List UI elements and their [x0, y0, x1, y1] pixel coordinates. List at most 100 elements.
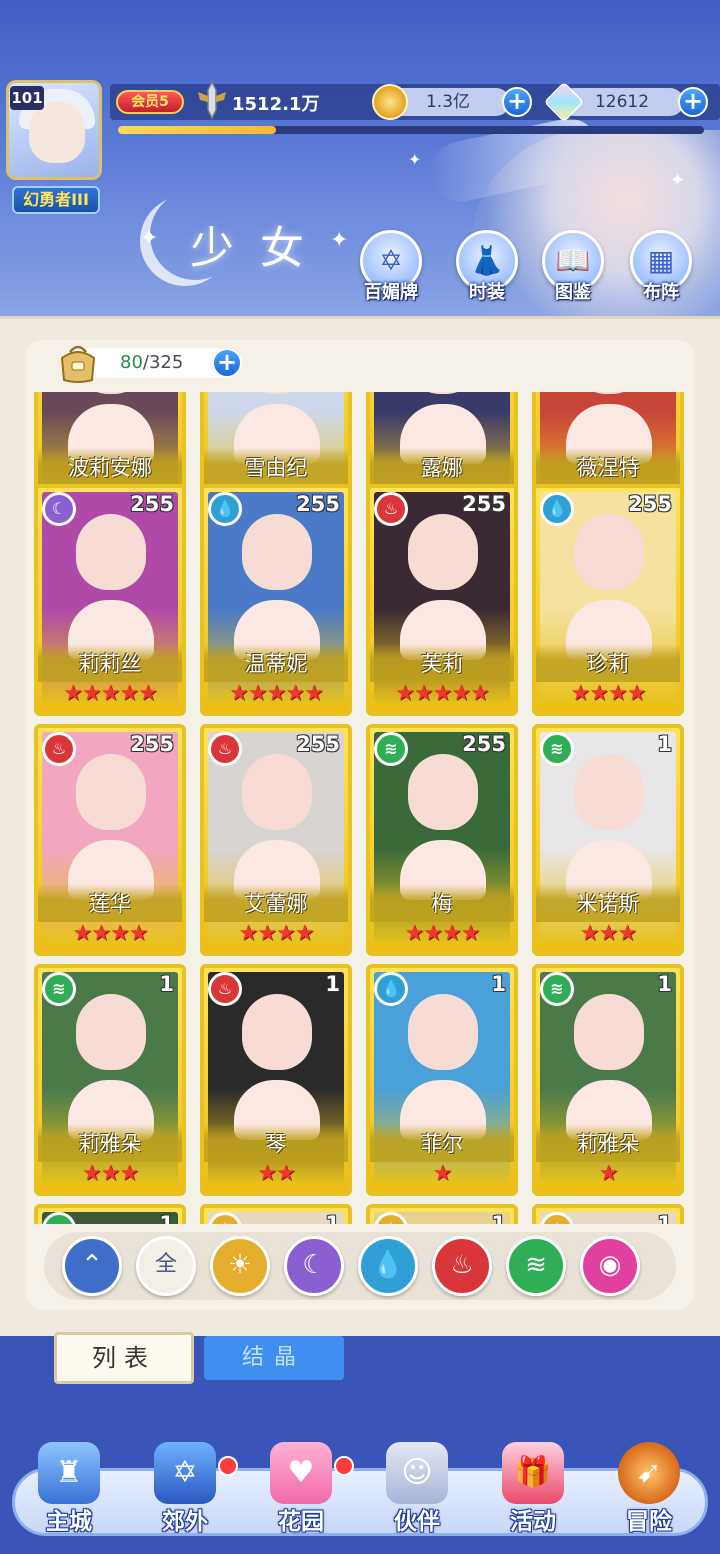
character-name: 露娜	[370, 448, 514, 486]
power-sword-icon	[198, 80, 226, 120]
nav-label: 主城	[46, 1509, 92, 1535]
player-title-badge[interactable]: 幻勇者III	[12, 186, 100, 214]
star-rating: ★★★★★	[38, 680, 182, 710]
notification-dot	[218, 1456, 238, 1476]
character-name: 珍莉	[536, 644, 680, 682]
character-grid: 波莉安娜★★★★★雪由纪★★★★★露娜★★★★★薇涅特★★★★★☾255莉莉丝★…	[34, 392, 686, 1224]
character-card[interactable]: ♨ 1 琴 ★★	[200, 964, 352, 1196]
filter-all-button[interactable]: 全	[136, 1236, 196, 1296]
star-icon: ★	[257, 1161, 277, 1186]
filter-wind-button[interactable]: ≋	[506, 1236, 566, 1296]
filter-special-button[interactable]: ⌃	[62, 1236, 122, 1296]
nav-outskirts[interactable]: ✡ 郊外	[130, 1438, 240, 1538]
star-icon: ★	[100, 1161, 121, 1186]
bag-icon	[60, 345, 96, 383]
card-deck-label: 百媚牌	[364, 282, 418, 303]
star-icon: ★	[598, 1161, 619, 1186]
codex-button[interactable]: 📖 图鉴	[538, 230, 608, 308]
avatar-face	[29, 101, 85, 163]
star-icon: ★	[423, 921, 443, 946]
star-icon: ★	[63, 681, 83, 706]
character-name: 温蒂妮	[204, 644, 348, 682]
character-level: 1	[159, 972, 174, 996]
character-name: 米诺斯	[536, 884, 680, 922]
filter-water-button[interactable]: 💧	[358, 1236, 418, 1296]
outskirts-icon: ✡	[154, 1442, 216, 1504]
character-card[interactable]: ♨ 255 莲华 ★★★★	[34, 724, 186, 956]
flame-icon: ♨	[42, 732, 76, 766]
character-name: 琴	[204, 1124, 348, 1162]
star-rating: ★★★★	[536, 680, 680, 710]
character-level: 1	[325, 1212, 340, 1224]
star-rating: ★★★	[536, 920, 680, 950]
add-gem-button[interactable]: +	[678, 87, 708, 117]
tab-list[interactable]: 列表	[54, 1332, 194, 1384]
roster-capacity: /325	[142, 352, 184, 373]
tab-crystal[interactable]: 结晶	[204, 1336, 344, 1380]
sparkle-icon: ✦	[670, 170, 686, 191]
character-card[interactable]: ≋ 1 莉雅朵 ★	[532, 964, 684, 1196]
character-level: 255	[628, 492, 672, 516]
filter-fire-button[interactable]: ♨	[432, 1236, 492, 1296]
character-level: 255	[296, 492, 340, 516]
star-rating: ★★★★	[204, 920, 348, 950]
character-level: 255	[130, 492, 174, 516]
filter-moon-button[interactable]: ☾	[284, 1236, 344, 1296]
star-icon: ★	[229, 681, 249, 706]
formation-label: 布阵	[643, 282, 679, 303]
star-icon: ★	[110, 921, 130, 946]
star-icon: ★	[81, 1161, 102, 1186]
star-icon: ★	[598, 921, 619, 946]
castle-icon: ♜	[38, 1442, 100, 1504]
nav-label: 活动	[510, 1509, 556, 1535]
character-card[interactable]: ♨ 255 芙莉 ★★★★★	[366, 484, 518, 716]
card-deck-button[interactable]: ✡ 百媚牌	[356, 230, 426, 308]
star-icon: ★	[138, 681, 158, 706]
star-icon: ★	[276, 921, 296, 946]
filter-star-button[interactable]: ◉	[580, 1236, 640, 1296]
character-card[interactable]: 💧 255 温蒂妮 ★★★★★	[200, 484, 352, 716]
star-rating: ★★★	[38, 1160, 182, 1190]
character-card[interactable]: ♨ 255 艾蕾娜 ★★★★	[200, 724, 352, 956]
character-card[interactable]: ☀1	[366, 1204, 518, 1224]
water-drop-icon: 💧	[371, 1250, 405, 1280]
character-card[interactable]: ≋ 255 梅 ★★★★	[366, 724, 518, 956]
star-icon: ★	[304, 681, 324, 706]
character-card[interactable]: 💧 255 珍莉 ★★★★	[532, 484, 684, 716]
formation-button[interactable]: ▦ 布阵	[626, 230, 696, 308]
flame-icon: ♨	[374, 492, 408, 526]
expand-roster-button[interactable]: +	[212, 348, 242, 378]
vip-badge[interactable]: 会员5	[116, 90, 184, 114]
star-rating: ★★	[204, 1160, 348, 1190]
character-card[interactable]: ☀1	[532, 1204, 684, 1224]
star-rating: ★★★★★	[204, 680, 348, 710]
character-name: 菲尔	[370, 1124, 514, 1162]
character-card[interactable]: ≋1	[34, 1204, 186, 1224]
character-card[interactable]: ☾ 255 莉莉丝 ★★★★★	[34, 484, 186, 716]
add-gold-button[interactable]: +	[502, 87, 532, 117]
crescent-moon-icon: ☾	[42, 492, 76, 526]
star-icon: ★	[285, 681, 305, 706]
character-card[interactable]: ☀1	[200, 1204, 352, 1224]
character-level: 255	[462, 732, 506, 756]
nav-main-city[interactable]: ♜ 主城	[14, 1438, 124, 1538]
costume-button[interactable]: 👗 时装	[452, 230, 522, 308]
character-card[interactable]: 💧 1 菲尔 ★	[366, 964, 518, 1196]
character-name: 莉雅朵	[38, 1124, 182, 1162]
nav-label: 郊外	[162, 1509, 208, 1535]
flame-icon: ♨	[208, 732, 242, 766]
star-icon: ★	[442, 921, 462, 946]
filter-light-button[interactable]: ☀	[210, 1236, 270, 1296]
gold-coin-icon	[372, 84, 408, 120]
nav-label: 冒险	[626, 1509, 672, 1535]
nav-partner[interactable]: ☺ 伙伴	[362, 1438, 472, 1538]
nav-adventure[interactable]: ➹ 冒险	[594, 1438, 704, 1538]
character-card[interactable]: ≋ 1 莉雅朵 ★★★	[34, 964, 186, 1196]
character-card[interactable]: ≋ 1 米诺斯 ★★★	[532, 724, 684, 956]
nav-events[interactable]: 🎁 活动	[478, 1438, 588, 1538]
crown-wing-icon: ⌃	[81, 1250, 103, 1280]
star-icon: ★	[608, 681, 628, 706]
character-name: 波莉安娜	[38, 448, 182, 486]
planet-icon: ◉	[598, 1250, 622, 1280]
nav-garden[interactable]: ♥ 花园	[246, 1438, 356, 1538]
